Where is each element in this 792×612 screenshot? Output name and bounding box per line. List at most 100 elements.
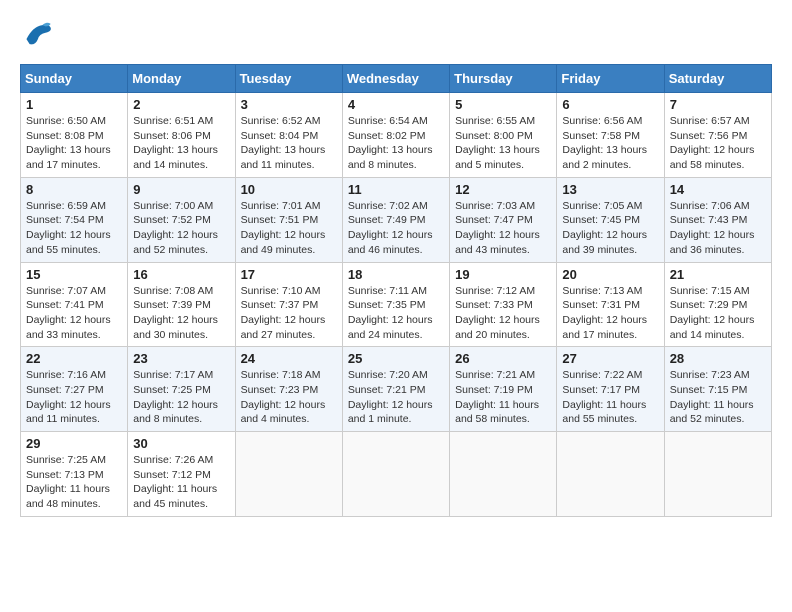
calendar-cell: 6 Sunrise: 6:56 AM Sunset: 7:58 PM Dayli… (557, 93, 664, 178)
day-info: Sunrise: 7:20 AM Sunset: 7:21 PM Dayligh… (348, 368, 444, 427)
day-info: Sunrise: 7:25 AM Sunset: 7:13 PM Dayligh… (26, 453, 122, 512)
weekday-header: Thursday (450, 65, 557, 93)
day-info: Sunrise: 7:01 AM Sunset: 7:51 PM Dayligh… (241, 199, 337, 258)
day-info: Sunrise: 6:54 AM Sunset: 8:02 PM Dayligh… (348, 114, 444, 173)
day-info: Sunrise: 7:15 AM Sunset: 7:29 PM Dayligh… (670, 284, 766, 343)
day-number: 14 (670, 182, 766, 197)
day-number: 1 (26, 97, 122, 112)
calendar-cell: 26 Sunrise: 7:21 AM Sunset: 7:19 PM Dayl… (450, 347, 557, 432)
calendar-cell: 30 Sunrise: 7:26 AM Sunset: 7:12 PM Dayl… (128, 432, 235, 517)
day-number: 8 (26, 182, 122, 197)
calendar-cell: 2 Sunrise: 6:51 AM Sunset: 8:06 PM Dayli… (128, 93, 235, 178)
day-info: Sunrise: 7:17 AM Sunset: 7:25 PM Dayligh… (133, 368, 229, 427)
day-number: 4 (348, 97, 444, 112)
day-info: Sunrise: 7:12 AM Sunset: 7:33 PM Dayligh… (455, 284, 551, 343)
calendar-cell: 3 Sunrise: 6:52 AM Sunset: 8:04 PM Dayli… (235, 93, 342, 178)
weekday-header: Monday (128, 65, 235, 93)
calendar-cell (235, 432, 342, 517)
calendar-cell: 14 Sunrise: 7:06 AM Sunset: 7:43 PM Dayl… (664, 177, 771, 262)
calendar-cell: 22 Sunrise: 7:16 AM Sunset: 7:27 PM Dayl… (21, 347, 128, 432)
day-info: Sunrise: 7:18 AM Sunset: 7:23 PM Dayligh… (241, 368, 337, 427)
day-info: Sunrise: 7:10 AM Sunset: 7:37 PM Dayligh… (241, 284, 337, 343)
day-info: Sunrise: 7:16 AM Sunset: 7:27 PM Dayligh… (26, 368, 122, 427)
day-number: 5 (455, 97, 551, 112)
calendar-cell: 27 Sunrise: 7:22 AM Sunset: 7:17 PM Dayl… (557, 347, 664, 432)
logo (20, 20, 56, 48)
calendar-cell: 9 Sunrise: 7:00 AM Sunset: 7:52 PM Dayli… (128, 177, 235, 262)
day-number: 18 (348, 267, 444, 282)
day-number: 30 (133, 436, 229, 451)
day-number: 25 (348, 351, 444, 366)
day-number: 2 (133, 97, 229, 112)
day-number: 16 (133, 267, 229, 282)
calendar-cell (557, 432, 664, 517)
day-number: 12 (455, 182, 551, 197)
calendar-cell: 19 Sunrise: 7:12 AM Sunset: 7:33 PM Dayl… (450, 262, 557, 347)
calendar-cell: 5 Sunrise: 6:55 AM Sunset: 8:00 PM Dayli… (450, 93, 557, 178)
day-info: Sunrise: 6:52 AM Sunset: 8:04 PM Dayligh… (241, 114, 337, 173)
calendar-cell (450, 432, 557, 517)
day-info: Sunrise: 7:21 AM Sunset: 7:19 PM Dayligh… (455, 368, 551, 427)
day-info: Sunrise: 7:05 AM Sunset: 7:45 PM Dayligh… (562, 199, 658, 258)
day-number: 23 (133, 351, 229, 366)
calendar-cell: 11 Sunrise: 7:02 AM Sunset: 7:49 PM Dayl… (342, 177, 449, 262)
calendar-cell: 16 Sunrise: 7:08 AM Sunset: 7:39 PM Dayl… (128, 262, 235, 347)
calendar-cell: 17 Sunrise: 7:10 AM Sunset: 7:37 PM Dayl… (235, 262, 342, 347)
logo-icon (20, 20, 52, 48)
calendar-cell: 25 Sunrise: 7:20 AM Sunset: 7:21 PM Dayl… (342, 347, 449, 432)
day-info: Sunrise: 6:51 AM Sunset: 8:06 PM Dayligh… (133, 114, 229, 173)
day-number: 19 (455, 267, 551, 282)
day-number: 9 (133, 182, 229, 197)
calendar-cell: 7 Sunrise: 6:57 AM Sunset: 7:56 PM Dayli… (664, 93, 771, 178)
day-number: 13 (562, 182, 658, 197)
calendar-table: SundayMondayTuesdayWednesdayThursdayFrid… (20, 64, 772, 517)
day-info: Sunrise: 7:22 AM Sunset: 7:17 PM Dayligh… (562, 368, 658, 427)
calendar-week-row: 8 Sunrise: 6:59 AM Sunset: 7:54 PM Dayli… (21, 177, 772, 262)
day-number: 21 (670, 267, 766, 282)
day-info: Sunrise: 7:07 AM Sunset: 7:41 PM Dayligh… (26, 284, 122, 343)
calendar-header: SundayMondayTuesdayWednesdayThursdayFrid… (21, 65, 772, 93)
calendar-cell: 24 Sunrise: 7:18 AM Sunset: 7:23 PM Dayl… (235, 347, 342, 432)
calendar-cell: 15 Sunrise: 7:07 AM Sunset: 7:41 PM Dayl… (21, 262, 128, 347)
day-number: 22 (26, 351, 122, 366)
day-info: Sunrise: 6:56 AM Sunset: 7:58 PM Dayligh… (562, 114, 658, 173)
day-info: Sunrise: 7:26 AM Sunset: 7:12 PM Dayligh… (133, 453, 229, 512)
day-info: Sunrise: 7:08 AM Sunset: 7:39 PM Dayligh… (133, 284, 229, 343)
day-number: 26 (455, 351, 551, 366)
calendar-cell: 4 Sunrise: 6:54 AM Sunset: 8:02 PM Dayli… (342, 93, 449, 178)
day-info: Sunrise: 6:50 AM Sunset: 8:08 PM Dayligh… (26, 114, 122, 173)
day-number: 3 (241, 97, 337, 112)
calendar-cell: 20 Sunrise: 7:13 AM Sunset: 7:31 PM Dayl… (557, 262, 664, 347)
day-number: 28 (670, 351, 766, 366)
weekday-header: Sunday (21, 65, 128, 93)
calendar-cell: 18 Sunrise: 7:11 AM Sunset: 7:35 PM Dayl… (342, 262, 449, 347)
day-number: 20 (562, 267, 658, 282)
calendar-cell: 29 Sunrise: 7:25 AM Sunset: 7:13 PM Dayl… (21, 432, 128, 517)
day-number: 10 (241, 182, 337, 197)
day-info: Sunrise: 7:23 AM Sunset: 7:15 PM Dayligh… (670, 368, 766, 427)
calendar-cell: 8 Sunrise: 6:59 AM Sunset: 7:54 PM Dayli… (21, 177, 128, 262)
day-number: 6 (562, 97, 658, 112)
calendar-week-row: 15 Sunrise: 7:07 AM Sunset: 7:41 PM Dayl… (21, 262, 772, 347)
calendar-cell (342, 432, 449, 517)
day-number: 27 (562, 351, 658, 366)
day-info: Sunrise: 7:13 AM Sunset: 7:31 PM Dayligh… (562, 284, 658, 343)
day-number: 29 (26, 436, 122, 451)
calendar-cell (664, 432, 771, 517)
calendar-cell: 1 Sunrise: 6:50 AM Sunset: 8:08 PM Dayli… (21, 93, 128, 178)
calendar-cell: 21 Sunrise: 7:15 AM Sunset: 7:29 PM Dayl… (664, 262, 771, 347)
day-info: Sunrise: 7:02 AM Sunset: 7:49 PM Dayligh… (348, 199, 444, 258)
calendar-week-row: 22 Sunrise: 7:16 AM Sunset: 7:27 PM Dayl… (21, 347, 772, 432)
calendar-cell: 23 Sunrise: 7:17 AM Sunset: 7:25 PM Dayl… (128, 347, 235, 432)
weekday-header: Saturday (664, 65, 771, 93)
day-info: Sunrise: 7:00 AM Sunset: 7:52 PM Dayligh… (133, 199, 229, 258)
calendar-cell: 13 Sunrise: 7:05 AM Sunset: 7:45 PM Dayl… (557, 177, 664, 262)
calendar-cell: 28 Sunrise: 7:23 AM Sunset: 7:15 PM Dayl… (664, 347, 771, 432)
day-info: Sunrise: 6:59 AM Sunset: 7:54 PM Dayligh… (26, 199, 122, 258)
weekday-header: Wednesday (342, 65, 449, 93)
day-info: Sunrise: 6:55 AM Sunset: 8:00 PM Dayligh… (455, 114, 551, 173)
weekday-header: Tuesday (235, 65, 342, 93)
day-info: Sunrise: 7:11 AM Sunset: 7:35 PM Dayligh… (348, 284, 444, 343)
day-info: Sunrise: 7:03 AM Sunset: 7:47 PM Dayligh… (455, 199, 551, 258)
day-number: 7 (670, 97, 766, 112)
